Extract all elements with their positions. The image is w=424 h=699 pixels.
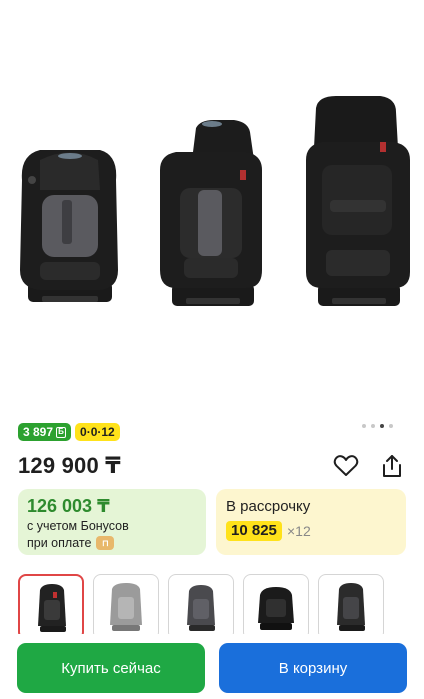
thumbnail-variant[interactable]: [168, 574, 234, 634]
installment-badge: 0·0·12: [75, 423, 120, 441]
add-to-cart-button[interactable]: В корзину: [219, 643, 407, 693]
car-seat-thumbnail-icon: [38, 584, 66, 632]
installment-title: В рассрочку: [226, 498, 311, 515]
payment-method-icon: ⊓: [96, 536, 115, 550]
thumbnail-variant[interactable]: [93, 574, 159, 634]
car-seat-image: [20, 96, 410, 306]
bonus-caption: с учетом Бонусов: [27, 519, 129, 533]
pagination-dot[interactable]: [371, 424, 375, 428]
car-seat-2: [160, 120, 262, 306]
thumbnail-variant[interactable]: [318, 574, 384, 634]
points-value: 3 897: [23, 425, 54, 439]
installment-amount: 10 825: [226, 521, 282, 541]
thumbnail-variant-selected[interactable]: [18, 574, 84, 634]
product-price: 129 900 ₸: [18, 453, 121, 478]
installment-card[interactable]: В рассрочку 10 825 ×12: [216, 489, 406, 555]
car-seat-3: [306, 96, 410, 306]
car-seat-1: [20, 150, 118, 302]
thumbnail-variant[interactable]: [243, 574, 309, 634]
heart-icon[interactable]: [333, 454, 359, 478]
car-seat-thumbnail-icon: [110, 583, 142, 631]
installment-months: ×12: [287, 523, 311, 539]
car-seat-thumbnail-icon: [337, 583, 365, 631]
bonus-card[interactable]: 126 003 ₸ с учетом Бонусов при оплате ⊓: [18, 489, 206, 555]
share-icon[interactable]: [379, 453, 405, 479]
variant-thumbnails: [18, 574, 424, 634]
bonus-payment-line: при оплате ⊓: [27, 536, 115, 550]
car-seat-thumbnail-icon: [258, 587, 294, 630]
badges-row: 3 897 Б 0·0·12: [18, 423, 120, 441]
buy-now-button[interactable]: Купить сейчас: [17, 643, 205, 693]
pagination-dot-active[interactable]: [380, 424, 384, 428]
bonus-payment-caption: при оплате: [27, 536, 92, 550]
pagination-dot[interactable]: [362, 424, 366, 428]
car-seat-thumbnail-icon: [187, 585, 215, 631]
pagination-dot[interactable]: [389, 424, 393, 428]
bonus-icon: Б: [56, 426, 67, 438]
product-image-gallery[interactable]: [0, 0, 424, 410]
gallery-pagination[interactable]: [362, 424, 393, 428]
points-badge: 3 897 Б: [18, 423, 72, 441]
bonus-price: 126 003 ₸: [27, 496, 110, 516]
